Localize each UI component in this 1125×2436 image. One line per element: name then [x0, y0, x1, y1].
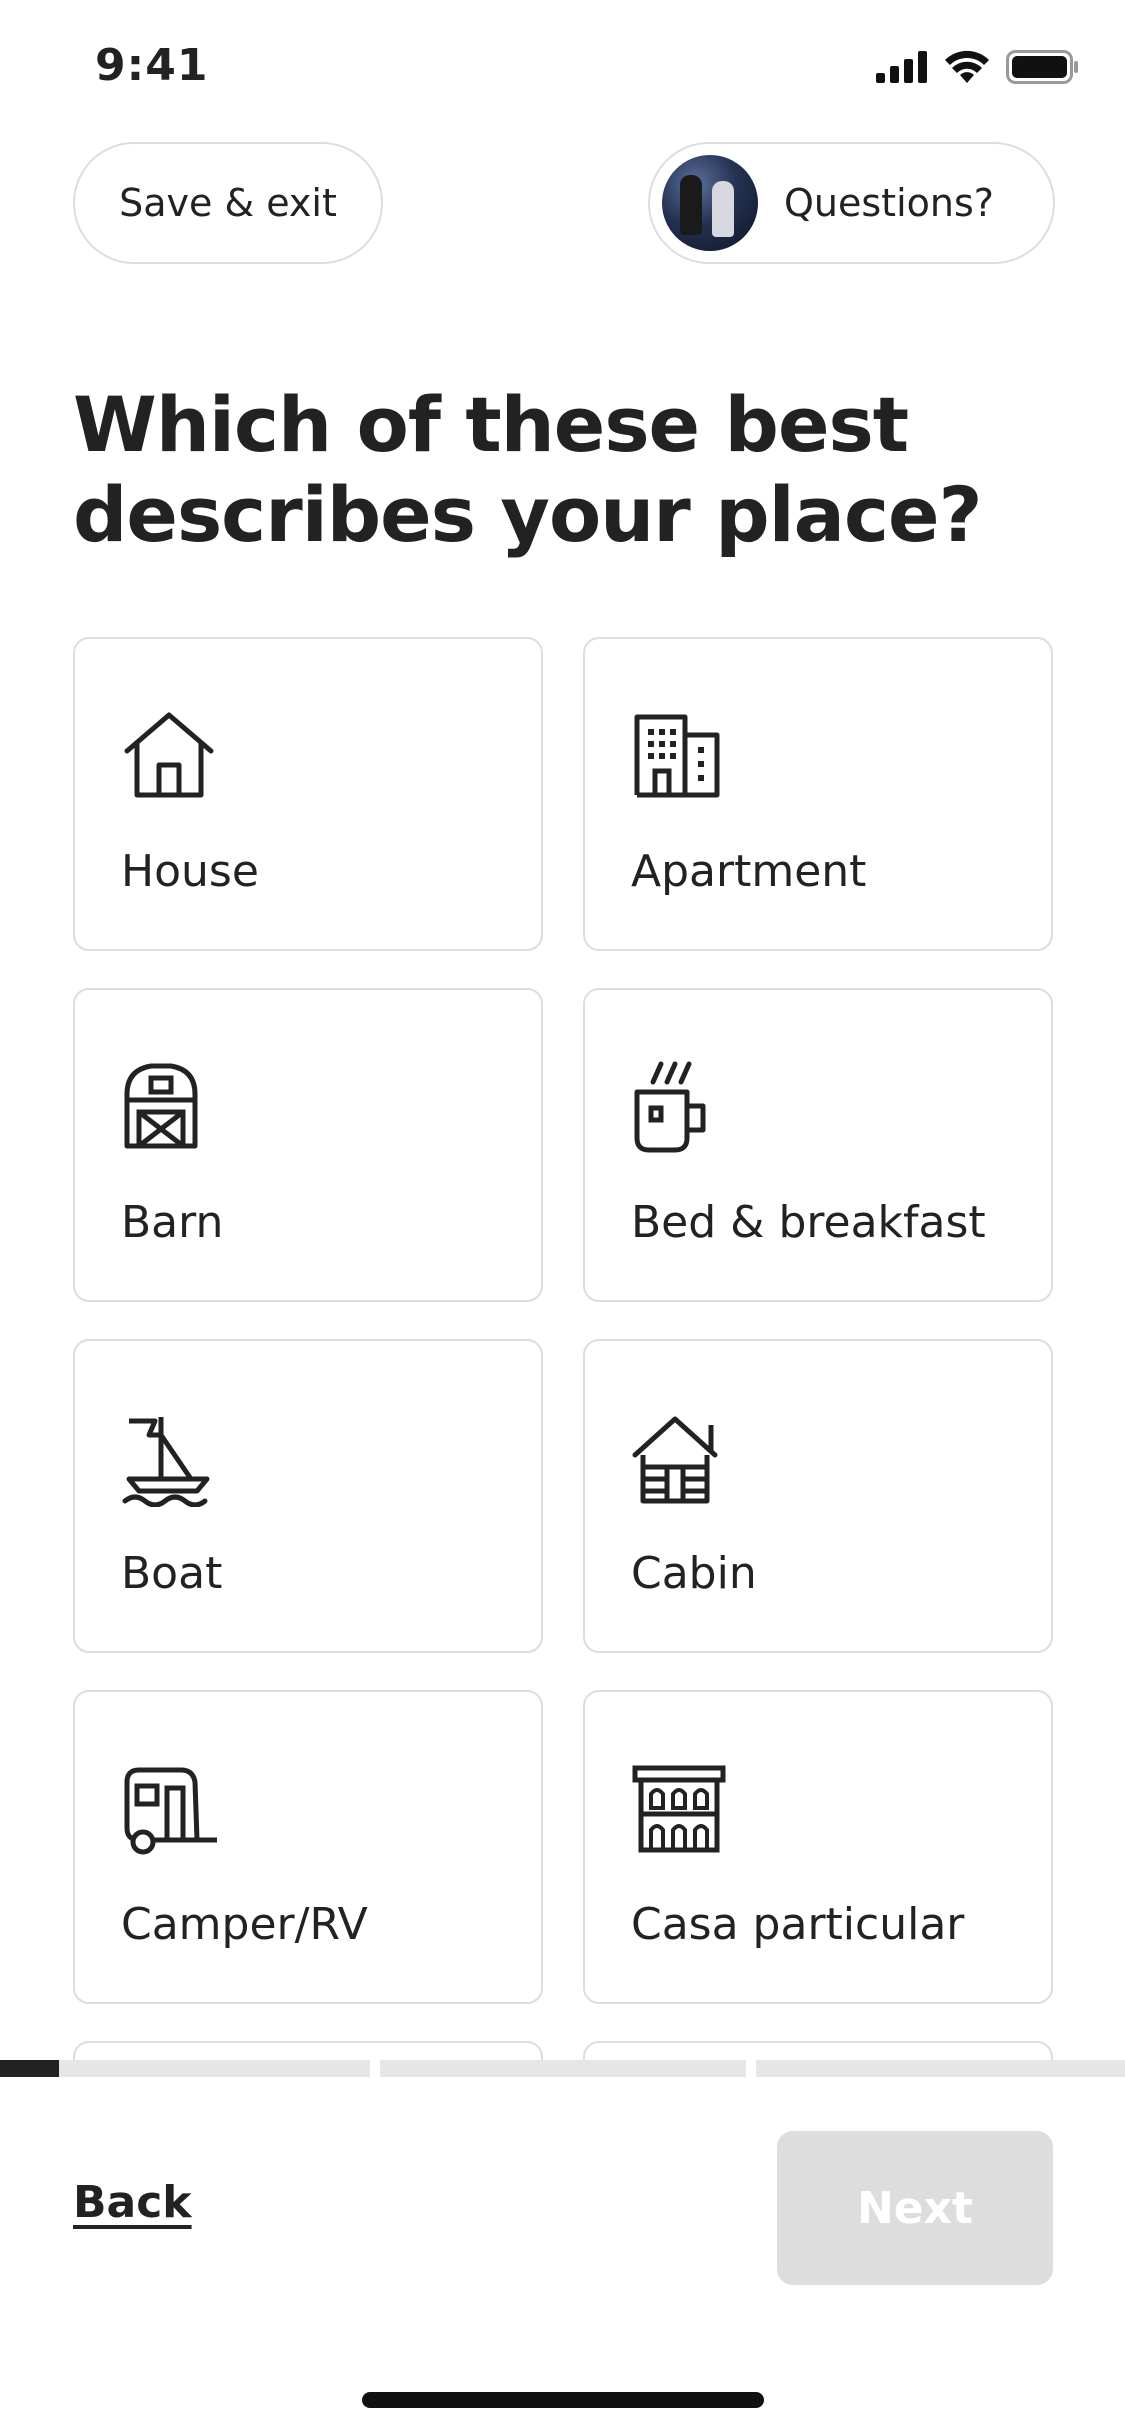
house-icon	[124, 712, 214, 798]
save-and-exit-button[interactable]: Save & exit	[73, 142, 383, 264]
progress-bar	[0, 2060, 1125, 2077]
property-option-label: House	[121, 846, 259, 897]
property-option-barn[interactable]: Barn	[73, 988, 543, 1302]
barn-icon	[124, 1063, 198, 1149]
status-bar: 9:41	[0, 0, 1125, 140]
home-indicator[interactable]	[362, 2392, 764, 2408]
questions-button[interactable]: Questions?	[648, 142, 1055, 264]
camper-trailer-icon	[124, 1767, 217, 1855]
property-type-grid: House Apartment Barn Bed & breakfast Boa…	[73, 637, 1053, 2077]
battery-icon	[1006, 50, 1078, 84]
property-option-label: Barn	[121, 1197, 224, 1248]
back-button[interactable]: Back	[73, 2177, 192, 2228]
progress-segment-1	[0, 2060, 370, 2077]
property-option-label: Casa particular	[631, 1899, 965, 1950]
status-icons	[876, 50, 1080, 84]
property-option-label: Boat	[121, 1548, 223, 1599]
progress-segment-fill	[0, 2060, 59, 2077]
casa-particular-icon	[632, 1765, 726, 1853]
sailboat-icon	[122, 1417, 210, 1507]
property-option-camper-rv[interactable]: Camper/RV	[73, 1690, 543, 2004]
property-option-casa-particular[interactable]: Casa particular	[583, 1690, 1053, 2004]
wifi-icon	[945, 50, 989, 83]
next-button[interactable]: Next	[777, 2131, 1053, 2285]
property-option-label: Cabin	[631, 1548, 757, 1599]
questions-label: Questions?	[784, 181, 994, 225]
coffee-mug-icon	[634, 1061, 706, 1153]
property-option-label: Apartment	[631, 846, 867, 897]
page-title: Which of these best describes your place…	[73, 380, 983, 559]
status-time: 9:41	[95, 40, 209, 91]
save-and-exit-label: Save & exit	[119, 181, 337, 225]
property-option-bed-and-breakfast[interactable]: Bed & breakfast	[583, 988, 1053, 1302]
progress-segment-3	[756, 2060, 1125, 2077]
property-option-cabin[interactable]: Cabin	[583, 1339, 1053, 1653]
cabin-icon	[632, 1416, 718, 1504]
progress-segment-2	[380, 2060, 746, 2077]
host-avatar	[662, 155, 758, 251]
property-option-label: Camper/RV	[121, 1899, 368, 1950]
footer-bar: Back Next	[0, 2077, 1125, 2436]
property-option-house[interactable]: House	[73, 637, 543, 951]
cellular-signal-icon	[876, 51, 927, 83]
apartment-building-icon	[634, 714, 720, 798]
property-option-apartment[interactable]: Apartment	[583, 637, 1053, 951]
property-option-label: Bed & breakfast	[631, 1197, 986, 1248]
property-option-boat[interactable]: Boat	[73, 1339, 543, 1653]
